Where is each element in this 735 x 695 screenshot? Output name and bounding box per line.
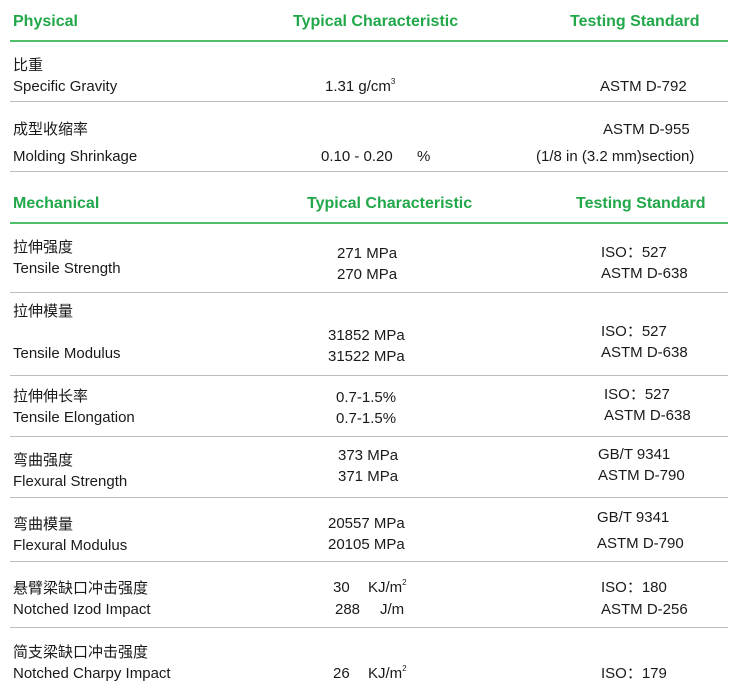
physical-section-title: Physical	[13, 13, 78, 30]
tensile-modulus-cn: 拉伸模量	[13, 303, 74, 320]
tensile-modulus-standard-1: ISO：527	[601, 323, 667, 340]
tensile-elongation-en: Tensile Elongation	[13, 409, 135, 426]
mechanical-standard-header: Testing Standard	[576, 195, 706, 212]
physical-standard-header: Testing Standard	[570, 13, 700, 30]
notched-charpy-cn: 简支梁缺口冲击强度	[13, 644, 149, 661]
flexural-modulus-value-1: 20557 MPa	[328, 515, 405, 532]
flexural-modulus-cn: 弯曲模量	[13, 516, 74, 533]
tensile-strength-standard-2: ASTM D-638	[601, 265, 688, 282]
physical-header-rule	[10, 40, 728, 42]
row-divider	[10, 436, 728, 437]
notched-charpy-value-1: 26	[333, 665, 350, 682]
notched-charpy-standard-1: ISO：179	[601, 665, 667, 682]
molding-shrinkage-standard: ASTM D-955	[603, 121, 690, 138]
molding-shrinkage-en: Molding Shrinkage	[13, 148, 138, 165]
tensile-elongation-value-2: 0.7-1.5%	[336, 410, 397, 427]
row-divider	[10, 292, 728, 293]
tensile-strength-standard-1: ISO：527	[601, 244, 667, 261]
specific-gravity-cn: 比重	[13, 57, 44, 74]
tensile-modulus-en: Tensile Modulus	[13, 345, 121, 362]
tensile-strength-cn: 拉伸强度	[13, 239, 74, 256]
row-divider	[10, 171, 728, 172]
tensile-elongation-cn: 拉伸伸长率	[13, 388, 89, 405]
notched-izod-en: Notched Izod Impact	[13, 601, 151, 618]
notched-charpy-en: Notched Charpy Impact	[13, 665, 171, 682]
physical-typical-header: Typical Characteristic	[293, 13, 459, 30]
molding-shrinkage-value: 0.10 - 0.20	[321, 148, 393, 165]
flexural-strength-en: Flexural Strength	[13, 473, 128, 490]
tensile-modulus-value-2: 31522 MPa	[328, 348, 405, 365]
mechanical-typical-header: Typical Characteristic	[307, 195, 473, 212]
row-divider	[10, 561, 728, 562]
mechanical-section-title: Mechanical	[13, 195, 100, 212]
notched-izod-value-1: 30	[333, 579, 350, 596]
mechanical-header-rule	[10, 222, 728, 224]
flexural-modulus-en: Flexural Modulus	[13, 537, 128, 554]
flexural-modulus-value-2: 20105 MPa	[328, 536, 405, 553]
row-divider	[10, 497, 728, 498]
notched-izod-unit-1: KJ/m2	[368, 578, 407, 597]
flexural-strength-value-1: 373 MPa	[338, 447, 399, 464]
molding-shrinkage-standard-note: (1/8 in (3.2 mm)section)	[536, 148, 695, 165]
flexural-strength-standard-1: GB/T 9341	[598, 446, 671, 463]
notched-izod-value-2: 288	[335, 601, 361, 618]
notched-izod-unit-2: J/m	[380, 601, 405, 618]
flexural-strength-cn: 弯曲强度	[13, 452, 74, 469]
flexural-strength-value-2: 371 MPa	[338, 468, 399, 485]
specific-gravity-en: Specific Gravity	[13, 78, 118, 95]
molding-shrinkage-unit: %	[417, 148, 431, 165]
tensile-strength-value-2: 270 MPa	[337, 266, 398, 283]
tensile-modulus-value-1: 31852 MPa	[328, 327, 405, 344]
tensile-elongation-value-1: 0.7-1.5%	[336, 389, 397, 406]
row-divider	[10, 375, 728, 376]
tensile-elongation-standard-1: ISO：527	[604, 386, 670, 403]
flexural-modulus-standard-2: ASTM D-790	[597, 535, 684, 552]
row-divider	[10, 101, 728, 102]
tensile-strength-en: Tensile Strength	[13, 260, 121, 277]
flexural-modulus-standard-1: GB/T 9341	[597, 509, 670, 526]
flexural-strength-standard-2: ASTM D-790	[598, 467, 685, 484]
tensile-modulus-standard-2: ASTM D-638	[601, 344, 688, 361]
notched-izod-standard-2: ASTM D-256	[601, 601, 688, 618]
specific-gravity-standard: ASTM D-792	[600, 78, 687, 95]
tensile-strength-value-1: 271 MPa	[337, 245, 398, 262]
notched-izod-cn: 悬臂梁缺口冲击强度	[13, 580, 149, 597]
molding-shrinkage-cn: 成型收缩率	[13, 121, 89, 138]
notched-izod-standard-1: ISO：180	[601, 579, 667, 596]
tensile-elongation-standard-2: ASTM D-638	[604, 407, 691, 424]
specific-gravity-value: 1.31 g/cm3	[325, 77, 396, 96]
notched-charpy-unit-1: KJ/m2	[368, 664, 407, 683]
row-divider	[10, 627, 728, 628]
